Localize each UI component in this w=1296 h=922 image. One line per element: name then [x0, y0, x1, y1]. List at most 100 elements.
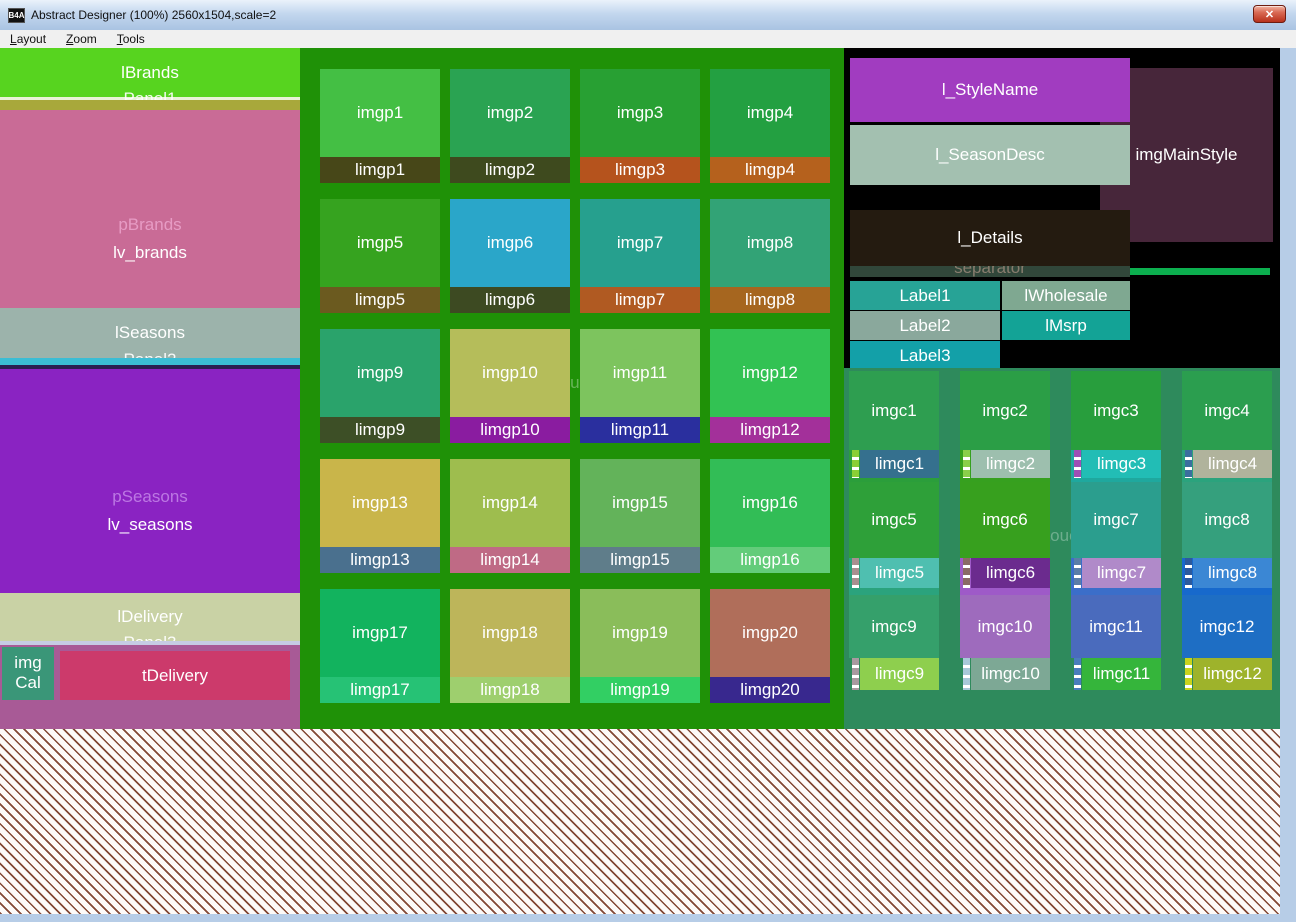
imgp-label[interactable]: limgp6 — [450, 287, 570, 313]
menu-layout[interactable]: Layout — [0, 32, 56, 46]
view-label1[interactable]: Label1 — [850, 281, 1000, 310]
imgc-imageview[interactable]: imgc1 — [849, 371, 939, 450]
imgp-imageview[interactable]: imgp12 — [710, 329, 830, 417]
imgc-label[interactable]: limgc7 — [1082, 558, 1161, 588]
view-ptouch-panel[interactable]: ptouch imgp1 limgp1 imgp2 limgp2 imgp3 l… — [300, 48, 844, 729]
imgp-label[interactable]: limgp16 — [710, 547, 830, 573]
imgp-imageview[interactable]: imgp13 — [320, 459, 440, 547]
menu-zoom[interactable]: Zoom — [56, 32, 107, 46]
view-label2[interactable]: Label2 — [850, 311, 1000, 340]
menu-bar: Layout Zoom Tools — [0, 30, 1296, 48]
imgp-cell: imgp12 limgp12 — [710, 329, 830, 443]
imgc-strip — [1074, 658, 1081, 690]
imgc-label[interactable]: limgc4 — [1193, 450, 1272, 478]
view-lv_seasons[interactable]: lv_seasons — [0, 515, 300, 535]
imgp-imageview[interactable]: imgp3 — [580, 69, 700, 157]
imgp-cell: imgp3 limgp3 — [580, 69, 700, 183]
imgc-strip — [963, 658, 970, 690]
title-bar[interactable]: B4A Abstract Designer (100%) 2560x1504,s… — [0, 0, 1296, 30]
view-l_StyleName[interactable]: l_StyleName — [850, 58, 1130, 122]
imgc-strip — [963, 450, 970, 478]
imgp-label[interactable]: limgp1 — [320, 157, 440, 183]
imgc-strip — [1074, 558, 1081, 588]
imgc-cell: imgc6 limgc6 — [960, 482, 1050, 596]
imgp-imageview[interactable]: imgp1 — [320, 69, 440, 157]
imgp-imageview[interactable]: imgp6 — [450, 199, 570, 287]
imgc-imageview[interactable]: imgc2 — [960, 371, 1050, 450]
imgp-label[interactable]: limgp4 — [710, 157, 830, 183]
imgc-label[interactable]: limgc11 — [1082, 658, 1161, 690]
imgc-imageview[interactable]: imgc8 — [1182, 482, 1272, 558]
imgc-imageview[interactable]: imgc7 — [1071, 482, 1161, 558]
imgc-label[interactable]: limgc5 — [860, 558, 939, 588]
view-ctouch-panel[interactable]: ctouch imgc1 limgc1 imgc2 limgc2 imgc3 l… — [844, 368, 1280, 729]
imgc-label[interactable]: limgc9 — [860, 658, 939, 690]
imgc-imageview[interactable]: imgc9 — [849, 595, 939, 658]
menu-tools[interactable]: Tools — [107, 32, 155, 46]
view-lWholesale[interactable]: lWholesale — [1002, 281, 1130, 310]
imgc-imageview[interactable]: imgc4 — [1182, 371, 1272, 450]
imgc-strip — [963, 558, 970, 588]
imgc-label[interactable]: limgc12 — [1193, 658, 1272, 690]
imgp-imageview[interactable]: imgp7 — [580, 199, 700, 287]
panel2-stripe-cyan — [0, 358, 300, 365]
imgp-imageview[interactable]: imgp5 — [320, 199, 440, 287]
view-panel1-clipped[interactable]: Panel1 — [0, 90, 300, 100]
view-lMsrp[interactable]: lMsrp — [1002, 311, 1130, 340]
imgp-label[interactable]: limgp7 — [580, 287, 700, 313]
app-icon: B4A — [8, 7, 25, 23]
imgp-imageview[interactable]: imgp2 — [450, 69, 570, 157]
imgc-imageview[interactable]: imgc3 — [1071, 371, 1161, 450]
imgp-cell: imgp16 limgp16 — [710, 459, 830, 573]
imgp-label[interactable]: limgp9 — [320, 417, 440, 443]
imgc-cell: imgc9 limgc9 — [849, 595, 939, 690]
view-l_Details[interactable]: l_Details — [850, 210, 1130, 266]
imgp-imageview[interactable]: imgp15 — [580, 459, 700, 547]
imgp-label[interactable]: limgp12 — [710, 417, 830, 443]
imgc-label[interactable]: limgc8 — [1193, 558, 1272, 588]
imgp-cell: imgp13 limgp13 — [320, 459, 440, 573]
imgc-label[interactable]: limgc1 — [860, 450, 939, 478]
imgp-imageview[interactable]: imgp16 — [710, 459, 830, 547]
view-l_SeasonDesc[interactable]: l_SeasonDesc — [850, 125, 1130, 185]
imgp-label[interactable]: limgp15 — [580, 547, 700, 573]
imgc-imageview[interactable]: imgc6 — [960, 482, 1050, 558]
imgc-label[interactable]: limgc10 — [971, 658, 1050, 690]
view-imgCal[interactable]: img Cal — [2, 647, 54, 700]
imgp-imageview[interactable]: imgp11 — [580, 329, 700, 417]
view-separator[interactable]: separator — [850, 266, 1130, 277]
imgc-imageview[interactable]: imgc11 — [1071, 595, 1161, 658]
imgp-imageview[interactable]: imgp4 — [710, 69, 830, 157]
view-pBrands[interactable]: pBrands lv_brands — [0, 110, 300, 308]
imgc-imageview[interactable]: imgc5 — [849, 482, 939, 558]
imgp-cell: imgp1 limgp1 — [320, 69, 440, 183]
imgp-label[interactable]: limgp5 — [320, 287, 440, 313]
imgp-imageview[interactable]: imgp8 — [710, 199, 830, 287]
imgp-label[interactable]: limgp8 — [710, 287, 830, 313]
close-button[interactable]: ✕ — [1253, 5, 1286, 23]
imgp-label[interactable]: limgp13 — [320, 547, 440, 573]
imgc-strip — [1074, 450, 1081, 478]
imgp-imageview[interactable]: imgp10 — [450, 329, 570, 417]
imgp-label[interactable]: limgp11 — [580, 417, 700, 443]
imgc-label[interactable]: limgc2 — [971, 450, 1050, 478]
imgc-imageview[interactable]: imgc10 — [960, 595, 1050, 658]
imgc-label[interactable]: limgc3 — [1082, 450, 1161, 478]
view-label3[interactable]: Label3 — [850, 341, 1000, 370]
view-lv_brands[interactable]: lv_brands — [0, 243, 300, 263]
view-tDelivery[interactable]: tDelivery — [60, 651, 290, 700]
imgp-imageview[interactable]: imgp14 — [450, 459, 570, 547]
imgc-imageview[interactable]: imgc12 — [1182, 595, 1272, 658]
imgp-cell: imgp5 limgp5 — [320, 199, 440, 313]
imgp-label[interactable]: limgp10 — [450, 417, 570, 443]
empty-canvas-area[interactable] — [0, 729, 1280, 914]
designer-window: B4A Abstract Designer (100%) 2560x1504,s… — [0, 0, 1296, 922]
imgp-label[interactable]: limgp2 — [450, 157, 570, 183]
view-pSeasons[interactable]: pSeasons lv_seasons — [0, 369, 300, 593]
imgc-label[interactable]: limgc6 — [971, 558, 1050, 588]
imgp-label[interactable]: limgp3 — [580, 157, 700, 183]
separator-line — [1130, 268, 1270, 275]
imgp-label[interactable]: limgp14 — [450, 547, 570, 573]
imgp-imageview[interactable]: imgp9 — [320, 329, 440, 417]
